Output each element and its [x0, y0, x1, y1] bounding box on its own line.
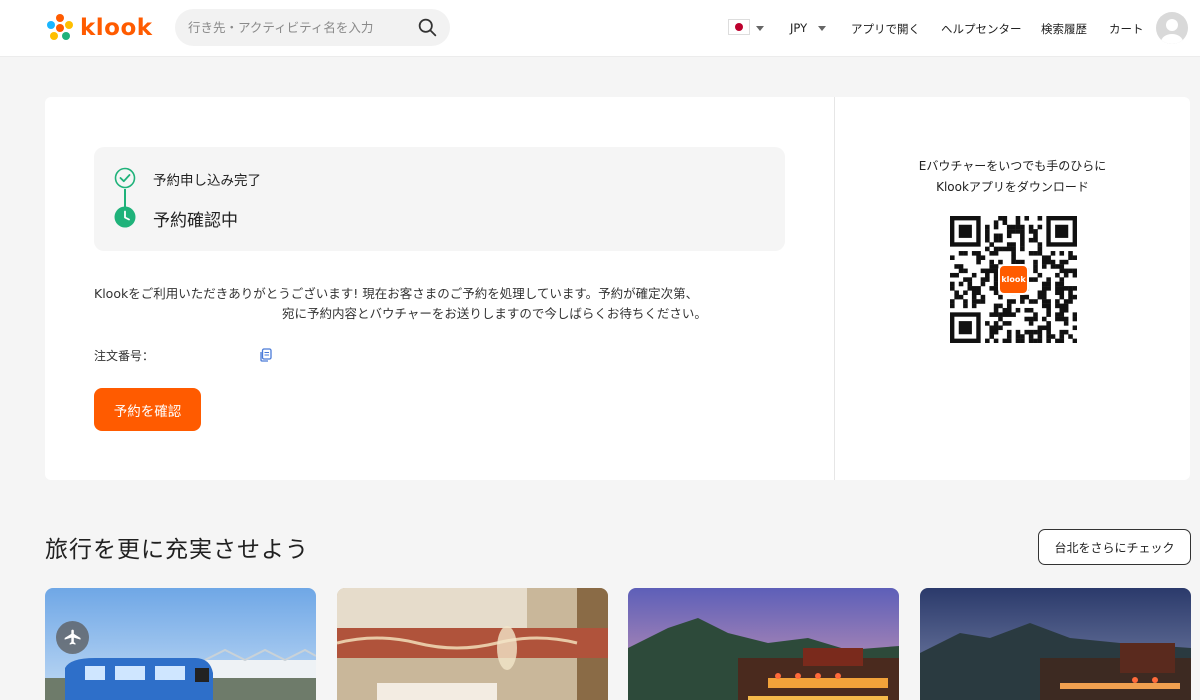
check-circle-icon: [114, 167, 136, 189]
booking-status-card: 予約申し込み完了 予約確認中 Klookをご利用いただきありがとうございます! …: [45, 97, 1190, 480]
booking-progress: 予約申し込み完了 予約確認中: [94, 147, 785, 251]
klook-logo[interactable]: klook: [44, 12, 153, 44]
app-promo-text: Eバウチャーをいつでも手のひらに Klookアプリをダウンロード: [835, 156, 1190, 198]
step-current-label: 予約確認中: [153, 211, 238, 231]
search-history-link[interactable]: 検索履歴: [1041, 21, 1087, 37]
top-header: klook JPY アプリで開く ヘルプセンター 検索履歴 カート: [0, 0, 1200, 57]
search-bar[interactable]: [175, 9, 450, 46]
clock-icon: [114, 206, 136, 228]
jiufen-dusk-image: [920, 588, 1191, 700]
message-line-1: Klookをご利用いただきありがとうございます! 現在お客さまのご予約を処理して…: [94, 286, 699, 301]
open-app-link[interactable]: アプリで開く: [851, 21, 920, 37]
view-booking-button[interactable]: 予約を確認: [94, 388, 201, 431]
recommendation-card[interactable]: [920, 588, 1191, 700]
recommendation-card[interactable]: [628, 588, 899, 700]
copy-icon[interactable]: [259, 348, 273, 362]
recommendation-card[interactable]: [337, 588, 608, 700]
spa-room-image: [337, 588, 608, 700]
chevron-down-icon[interactable]: [818, 26, 826, 31]
order-number-label: 注文番号：: [94, 349, 155, 363]
avatar[interactable]: [1156, 12, 1188, 44]
divider: [834, 97, 835, 480]
search-input[interactable]: [188, 9, 408, 46]
step-completed-label: 予約申し込み完了: [153, 173, 261, 189]
qr-klook-logo: klook: [998, 264, 1029, 295]
recommendation-card[interactable]: [45, 588, 316, 700]
search-icon[interactable]: [417, 17, 438, 38]
brand-name: klook: [80, 15, 153, 41]
jiufen-night-view-image: [628, 588, 899, 700]
recommendations-title: 旅行を更に充実させよう: [45, 537, 309, 563]
message-line-2: 宛に予約内容とバウチャーをお送りしますので今しばらくお待ちください。: [282, 306, 707, 321]
japan-flag-icon[interactable]: [728, 19, 750, 35]
chevron-down-icon[interactable]: [756, 26, 764, 31]
cart-link[interactable]: カート: [1109, 21, 1144, 37]
currency-selector[interactable]: JPY: [790, 21, 807, 35]
app-promo-line-2: Klookアプリをダウンロード: [936, 180, 1089, 194]
app-download-qr-code: klook: [950, 216, 1078, 344]
confirmation-message: Klookをご利用いただきありがとうございます! 現在お客さまのご予約を処理して…: [94, 284, 785, 324]
help-center-link[interactable]: ヘルプセンター: [941, 21, 1022, 37]
airplane-icon: [56, 621, 89, 654]
klook-logo-icon: [44, 12, 76, 44]
app-promo-line-1: Eバウチャーをいつでも手のひらに: [918, 159, 1107, 173]
explore-city-button[interactable]: 台北をさらにチェック: [1038, 529, 1191, 565]
